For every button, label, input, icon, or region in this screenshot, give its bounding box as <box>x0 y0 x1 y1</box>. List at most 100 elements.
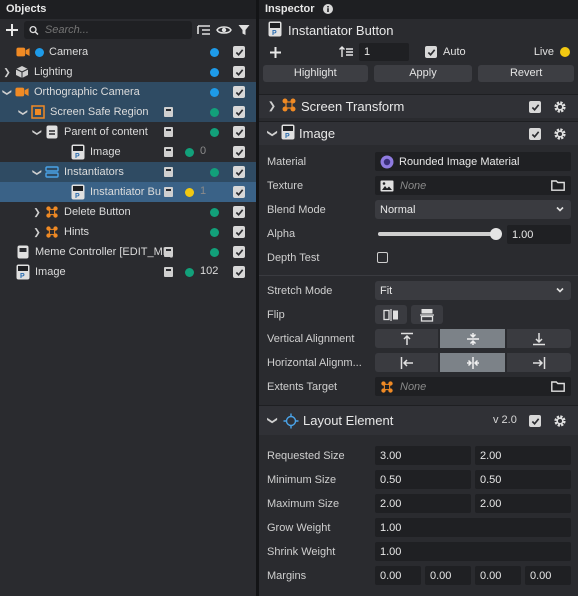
minimum-size-x-field[interactable]: 0.50 <box>375 470 471 489</box>
hierarchy-row[interactable]: ❯ Orthographic Camera <box>0 82 256 102</box>
hierarchy-row[interactable]: P Image 102 <box>0 262 256 282</box>
layer-value-field[interactable]: 1 <box>359 43 409 61</box>
flip-horizontal-button[interactable] <box>375 305 407 324</box>
object-name[interactable]: Instantiator Button <box>288 23 394 38</box>
hierarchy-row[interactable]: Meme Controller [EDIT_ME] <box>0 242 256 262</box>
hierarchy-row[interactable]: ❯ Instantiators <box>0 162 256 182</box>
hierarchy-row[interactable]: ❯ Screen Safe Region <box>0 102 256 122</box>
add-component-icon[interactable] <box>267 46 283 59</box>
add-icon[interactable] <box>4 22 20 38</box>
flip-vertical-button[interactable] <box>411 305 443 324</box>
layer-color-dot[interactable] <box>185 148 194 157</box>
info-icon[interactable] <box>322 4 333 14</box>
chevron-down-icon[interactable]: ❯ <box>32 127 43 137</box>
hierarchy-row[interactable]: ❯ Lighting <box>0 62 256 82</box>
chevron-right-icon[interactable]: ❯ <box>32 207 42 218</box>
alpha-slider-track[interactable] <box>378 228 502 240</box>
margin-top-field[interactable]: 0.00 <box>425 566 471 585</box>
material-field[interactable]: Rounded Image Material <box>375 152 571 171</box>
layer-color-dot[interactable] <box>210 48 219 57</box>
minimum-size-y-field[interactable]: 0.50 <box>475 470 571 489</box>
extents-target-field[interactable]: None <box>375 377 571 396</box>
image-enabled-checkbox[interactable] <box>529 128 541 140</box>
layer-color-dot[interactable] <box>210 108 219 117</box>
align-middle-button[interactable] <box>440 329 505 348</box>
chevron-right-icon[interactable]: ❯ <box>2 67 12 78</box>
enabled-checkbox[interactable] <box>233 126 245 138</box>
highlight-button[interactable]: Highlight <box>263 64 368 82</box>
align-left-button[interactable] <box>375 353 438 372</box>
enabled-checkbox[interactable] <box>233 86 245 98</box>
layout-element-enabled-checkbox[interactable] <box>529 415 541 427</box>
gear-icon[interactable] <box>553 100 567 114</box>
chevron-down-icon[interactable]: ❯ <box>2 87 13 97</box>
enabled-checkbox[interactable] <box>233 226 245 238</box>
margin-bottom-field[interactable]: 0.00 <box>525 566 571 585</box>
gear-icon[interactable] <box>553 127 567 141</box>
margin-right-field[interactable]: 0.00 <box>475 566 521 585</box>
blend-mode-dropdown[interactable]: Normal <box>375 200 571 219</box>
requested-size-y-field[interactable]: 2.00 <box>475 446 571 465</box>
hierarchy-row[interactable]: ❯ Delete Button <box>0 202 256 222</box>
image-section-header[interactable]: ❯ P Image <box>259 121 578 145</box>
enabled-checkbox[interactable] <box>233 186 245 198</box>
folder-icon[interactable] <box>551 381 565 395</box>
gear-icon[interactable] <box>553 414 567 428</box>
chevron-right-icon[interactable]: ❯ <box>263 101 281 112</box>
hierarchy-row[interactable]: ❯ Hints <box>0 222 256 242</box>
chevron-down-icon[interactable]: ❯ <box>267 125 278 143</box>
requested-size-x-field[interactable]: 3.00 <box>375 446 471 465</box>
enabled-checkbox[interactable] <box>233 266 245 278</box>
enabled-checkbox[interactable] <box>233 146 245 158</box>
layer-color-dot[interactable] <box>185 268 194 277</box>
shrink-weight-field[interactable]: 1.00 <box>375 542 571 561</box>
search-field[interactable] <box>24 21 192 39</box>
alpha-value-field[interactable]: 1.00 <box>507 225 571 244</box>
align-right-button[interactable] <box>507 353 571 372</box>
align-center-button[interactable] <box>440 353 505 372</box>
alpha-slider-handle[interactable] <box>490 228 502 240</box>
stretch-mode-dropdown[interactable]: Fit <box>375 281 571 300</box>
revert-button[interactable]: Revert <box>478 64 575 82</box>
layer-color-dot[interactable] <box>210 248 219 257</box>
visibility-eye-icon[interactable] <box>216 22 232 38</box>
layer-color-dot[interactable] <box>210 68 219 77</box>
apply-button[interactable]: Apply <box>373 64 473 82</box>
auto-checkbox[interactable] <box>425 46 437 58</box>
hierarchy-row[interactable]: P Image 0 <box>0 142 256 162</box>
chevron-down-icon[interactable]: ❯ <box>267 412 278 430</box>
maximum-size-y-field[interactable]: 2.00 <box>475 494 571 513</box>
screen-transform-section-header[interactable]: ❯ Screen Transform <box>259 94 578 118</box>
layer-color-dot[interactable] <box>210 168 219 177</box>
enabled-checkbox[interactable] <box>233 206 245 218</box>
texture-field[interactable]: None <box>375 176 571 195</box>
enabled-checkbox[interactable] <box>233 106 245 118</box>
enabled-checkbox[interactable] <box>233 166 245 178</box>
screen-transform-enabled-checkbox[interactable] <box>529 101 541 113</box>
align-top-button[interactable] <box>375 329 438 348</box>
layer-color-dot[interactable] <box>185 188 194 197</box>
chevron-down-icon[interactable]: ❯ <box>18 107 29 117</box>
enabled-checkbox[interactable] <box>233 66 245 78</box>
folder-icon[interactable] <box>551 180 565 194</box>
filter-funnel-icon[interactable] <box>236 22 252 38</box>
layer-color-dot[interactable] <box>210 228 219 237</box>
layout-element-section-header[interactable]: ❯ Layout Element v 2.0 <box>259 405 578 435</box>
hierarchy-row[interactable]: ❯ Parent of content <box>0 122 256 142</box>
hierarchy-row[interactable]: P Instantiator Bu 1 <box>0 182 256 202</box>
margin-left-field[interactable]: 0.00 <box>375 566 421 585</box>
hierarchy-row[interactable]: Camera <box>0 42 256 62</box>
layer-color-dot[interactable] <box>210 208 219 217</box>
chevron-down-icon[interactable]: ❯ <box>32 167 43 177</box>
maximum-size-x-field[interactable]: 2.00 <box>375 494 471 513</box>
layer-color-dot[interactable] <box>210 88 219 97</box>
enabled-checkbox[interactable] <box>233 246 245 258</box>
search-input[interactable] <box>44 24 187 36</box>
hierarchy-list-icon[interactable] <box>196 22 212 38</box>
layer-color-dot[interactable] <box>210 128 219 137</box>
enabled-checkbox[interactable] <box>233 46 245 58</box>
depth-test-checkbox[interactable] <box>377 252 388 263</box>
align-bottom-button[interactable] <box>507 329 571 348</box>
chevron-right-icon[interactable]: ❯ <box>32 227 42 238</box>
grow-weight-field[interactable]: 1.00 <box>375 518 571 537</box>
